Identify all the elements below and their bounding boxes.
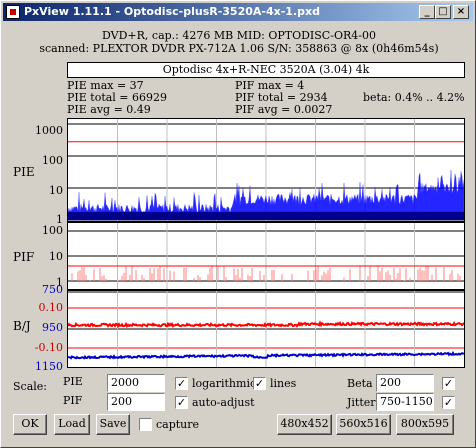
disc-info: DVD+R, cap.: 4276 MB MID: OPTODISC-OR4-0… <box>102 29 376 42</box>
bj-chart-svg <box>68 291 464 367</box>
pif-chart-svg <box>68 223 464 289</box>
pie-tick-1000: 1000 <box>35 124 63 137</box>
capture-checkbox[interactable] <box>139 418 152 431</box>
size-800x595-button[interactable]: 800x595 <box>396 414 454 435</box>
beta-checkbox[interactable]: ✓ <box>442 377 455 390</box>
beta-tick-minus: -0.10 <box>34 341 63 354</box>
pif-avg: PIF avg = 0.0027 <box>235 103 333 116</box>
title-bar[interactable]: PxView 1.11.1 - Optodisc-plusR-3520A-4x-… <box>3 3 473 21</box>
pif-scale-input[interactable]: 200 <box>107 393 165 411</box>
logarithmic-checkbox[interactable]: ✓ <box>175 377 188 390</box>
jitter-checkbox[interactable]: ✓ <box>442 396 455 409</box>
minimize-button[interactable]: _ <box>419 5 435 19</box>
capture-label: capture <box>156 418 200 431</box>
jitter-tick-1150: 1150 <box>35 360 63 373</box>
logarithmic-label: logarithmic <box>192 377 257 390</box>
scan-info: scanned: PLEXTOR DVDR PX-712A 1.06 S/N: … <box>39 42 439 55</box>
pif-scale-label: PIF <box>63 394 83 407</box>
ok-button[interactable]: OK <box>13 414 47 435</box>
pie-chart <box>67 118 465 222</box>
pie-tick-100: 100 <box>42 154 63 167</box>
pie-avg: PIE avg = 0.49 <box>67 103 151 116</box>
auto-adjust-checkbox[interactable]: ✓ <box>175 396 188 409</box>
size-480x452-button[interactable]: 480x452 <box>277 414 332 435</box>
beta-scale-label: Beta <box>347 377 373 390</box>
main-window: PxView 1.11.1 - Optodisc-plusR-3520A-4x-… <box>0 0 476 448</box>
bj-chart <box>67 290 465 368</box>
pie-scale-input[interactable]: 2000 <box>107 374 165 392</box>
pie-chart-svg <box>68 119 464 221</box>
app-icon <box>6 5 20 19</box>
pie-scale-label: PIE <box>63 375 83 388</box>
save-button[interactable]: Save <box>96 414 130 435</box>
disc-label-box: Optodisc 4x+R-NEC 3520A (3.04) 4k <box>67 62 465 78</box>
load-button[interactable]: Load <box>54 414 90 435</box>
auto-adjust-label: auto-adjust <box>192 396 255 409</box>
jitter-tick-750: 750 <box>42 283 63 296</box>
close-button[interactable]: × <box>453 5 469 19</box>
pif-chart <box>67 222 465 290</box>
beta-scale-input[interactable]: 200 <box>376 374 434 392</box>
beta-tick-plus: 0.10 <box>38 301 64 314</box>
pie-series-base <box>68 211 464 220</box>
beta-range: beta: 0.4% .. 4.2% <box>363 91 465 104</box>
pie-panel-label: PIE <box>13 165 35 179</box>
maximize-button[interactable]: □ <box>435 5 451 19</box>
window-title: PxView 1.11.1 - Optodisc-plusR-3520A-4x-… <box>24 5 320 18</box>
lines-label: lines <box>270 377 297 390</box>
jitter-scale-input[interactable]: 750-1150 <box>376 393 434 411</box>
lines-checkbox[interactable]: ✓ <box>253 377 266 390</box>
jitter-scale-label: Jitter <box>347 396 376 409</box>
pie-tick-10: 10 <box>49 184 63 197</box>
jitter-tick-950: 950 <box>42 321 63 334</box>
size-560x516-button[interactable]: 560x516 <box>336 414 391 435</box>
scale-label: Scale: <box>13 380 47 393</box>
pif-tick-100: 100 <box>42 224 63 237</box>
pif-tick-10: 10 <box>49 250 63 263</box>
